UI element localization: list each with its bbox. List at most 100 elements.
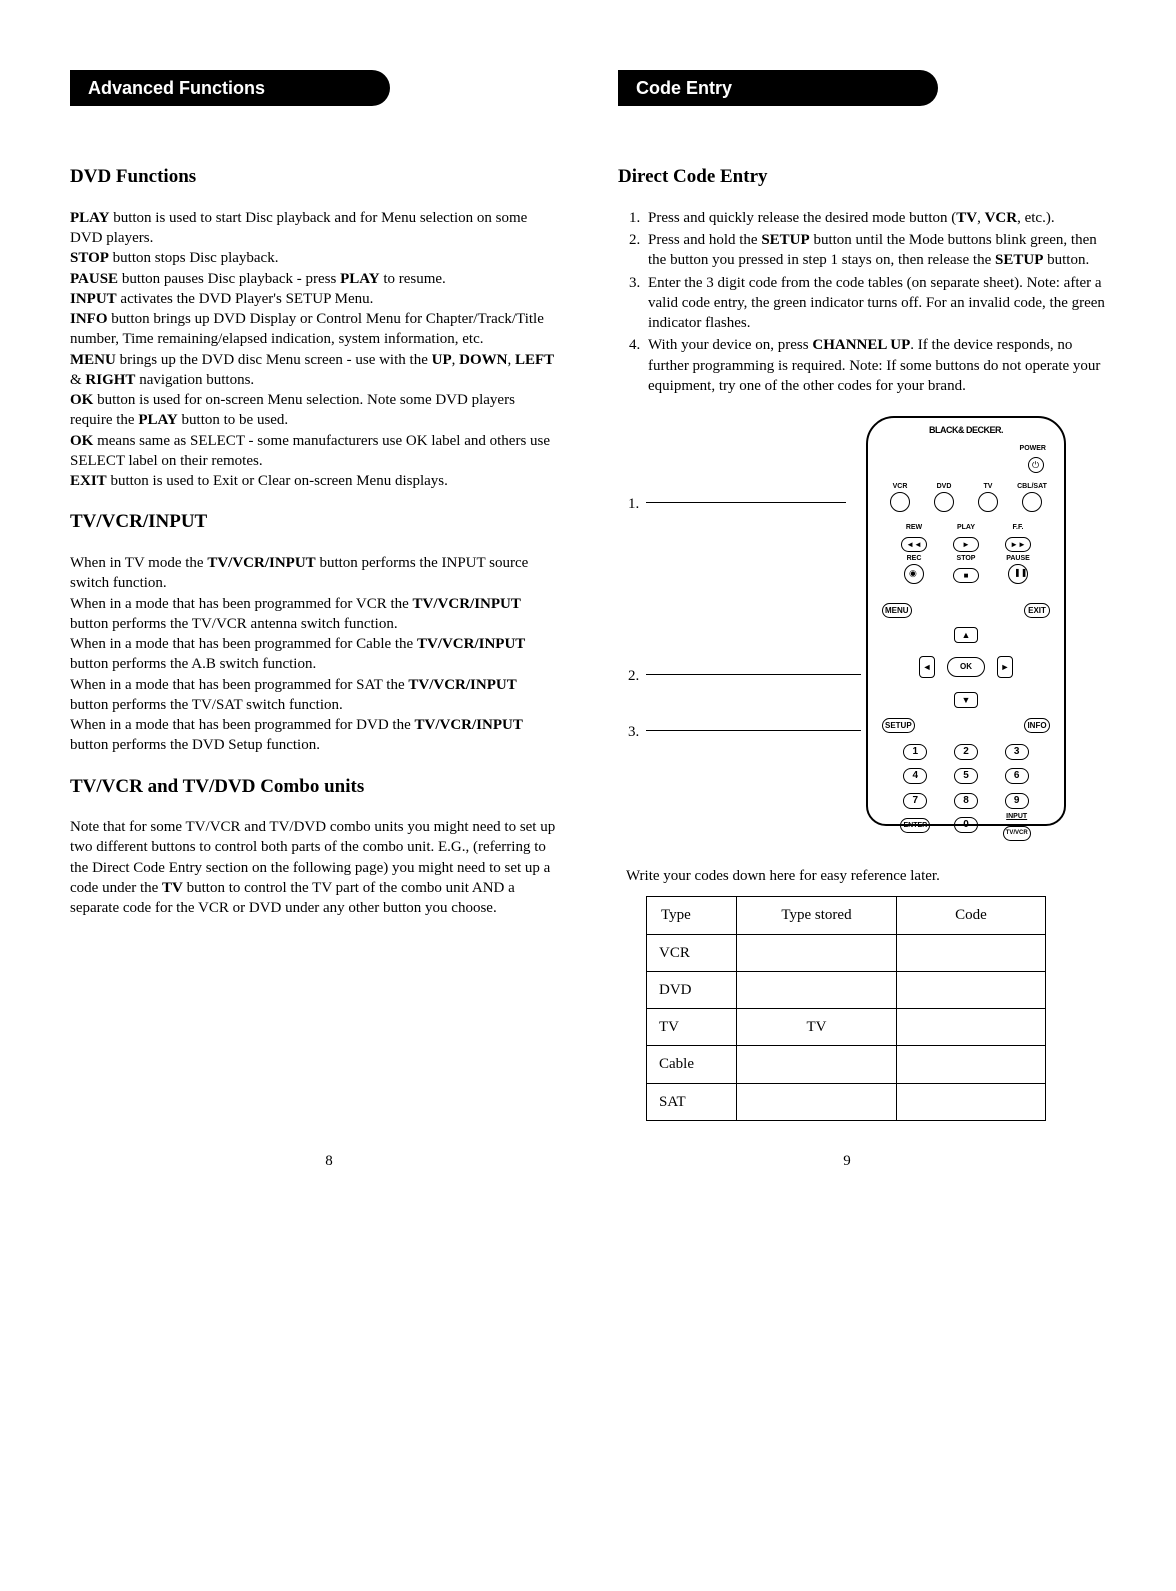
callout-3: 3. <box>628 722 639 742</box>
page-numbers: 8 9 <box>70 1151 1106 1171</box>
table-caption: Write your codes down here for easy refe… <box>626 866 1106 886</box>
cell-code <box>897 934 1046 971</box>
info-button: INFO <box>1024 718 1050 733</box>
bold: OK <box>70 433 93 449</box>
right-column: Code Entry Direct Code Entry Press and q… <box>618 70 1106 1121</box>
tvvcr-button: TV/VCR <box>1003 826 1031 841</box>
text: button. <box>1043 252 1089 268</box>
tab-code-entry: Code Entry <box>618 70 938 106</box>
text: button stops Disc playback. <box>109 250 279 266</box>
cell-type: TV <box>647 1009 737 1046</box>
rec-button-icon: ◉ <box>904 564 924 584</box>
play-label: PLAY <box>940 524 992 531</box>
bold: SETUP <box>761 232 809 248</box>
pause-button-icon: ❚❚ <box>1008 564 1028 584</box>
text: button is used to start Disc playback an… <box>70 210 527 246</box>
enter-button: ENTER <box>900 818 930 833</box>
bold: TV/VCR/INPUT <box>417 636 525 652</box>
bold: TV <box>162 880 183 896</box>
pause-label: PAUSE <box>992 555 1044 562</box>
text: button performs the TV/VCR antenna switc… <box>70 616 398 632</box>
heading-direct-code-entry: Direct Code Entry <box>618 164 1106 190</box>
down-arrow-icon: ▼ <box>954 692 978 708</box>
input-label: INPUT <box>991 813 1042 820</box>
power-button-icon: ⏻ <box>1028 457 1044 473</box>
text: brings up the DVD disc Menu screen - use… <box>116 352 432 368</box>
bold: UP <box>432 352 452 368</box>
left-column: Advanced Functions DVD Functions PLAY bu… <box>70 70 558 1121</box>
cell-code <box>897 1046 1046 1083</box>
bold: PAUSE <box>70 271 118 287</box>
table-row: DVD <box>647 971 1046 1008</box>
steps-list: Press and quickly release the desired mo… <box>618 208 1106 396</box>
callout-line-3 <box>646 730 861 731</box>
stop-button-icon: ■ <box>953 568 979 583</box>
remote-brand: BLACK& DECKER. <box>868 424 1064 436</box>
text: , <box>977 210 985 226</box>
exit-button: EXIT <box>1024 603 1050 618</box>
cell-stored <box>737 1046 897 1083</box>
bold: INFO <box>70 311 108 327</box>
page-num-left: 8 <box>70 1151 588 1171</box>
setup-button: SETUP <box>882 718 915 733</box>
bold: TV/VCR/INPUT <box>413 596 521 612</box>
up-arrow-icon: ▲ <box>954 627 978 643</box>
num-4-button: 4 <box>903 768 927 784</box>
play-button-icon: ► <box>953 537 979 552</box>
page-num-right: 9 <box>588 1151 1106 1171</box>
bold: CHANNEL UP <box>812 337 910 353</box>
text: button performs the A.B switch function. <box>70 656 316 672</box>
table-header-row: Type Type stored Code <box>647 897 1046 934</box>
bold: STOP <box>70 250 109 266</box>
th-type: Type <box>647 897 737 934</box>
power-label: POWER <box>1020 445 1046 452</box>
bold: TV/VCR/INPUT <box>414 717 522 733</box>
dpad: ▲ ▼ ◄ ► OK <box>911 625 1021 710</box>
cell-type: Cable <box>647 1046 737 1083</box>
text: When in a mode that has been programmed … <box>70 677 408 693</box>
mode-label-tv: TV <box>966 483 1010 490</box>
text: Press and hold the <box>648 232 761 248</box>
cell-type: VCR <box>647 934 737 971</box>
heading-tv-vcr-input: TV/VCR/INPUT <box>70 509 558 535</box>
dvd-functions-text: PLAY button is used to start Disc playba… <box>70 208 558 492</box>
cell-code <box>897 971 1046 1008</box>
callout-2: 2. <box>628 666 639 686</box>
bold: RIGHT <box>85 372 135 388</box>
text: to resume. <box>380 271 446 287</box>
step-2: Press and hold the SETUP button until th… <box>644 230 1106 271</box>
tvvcr-text: When in TV mode the TV/VCR/INPUT button … <box>70 553 558 756</box>
text: , <box>507 352 515 368</box>
bold: INPUT <box>70 291 117 307</box>
cell-code <box>897 1083 1046 1120</box>
num-0-button: 0 <box>954 817 978 833</box>
stop-label: STOP <box>940 555 992 562</box>
th-type-stored: Type stored <box>737 897 897 934</box>
left-arrow-icon: ◄ <box>919 656 935 678</box>
text: button is used for on-screen Menu select… <box>70 392 515 428</box>
mode-button-cblsat <box>1022 492 1042 512</box>
num-2-button: 2 <box>954 744 978 760</box>
bold: TV/VCR/INPUT <box>207 555 315 571</box>
rew-label: REW <box>888 524 940 531</box>
menu-button: MENU <box>882 603 912 618</box>
text: button to be used. <box>178 412 288 428</box>
num-5-button: 5 <box>954 768 978 784</box>
codes-table: Type Type stored Code VCR DVD TV TV Cabl… <box>646 896 1046 1121</box>
num-3-button: 3 <box>1005 744 1029 760</box>
text: With your device on, press <box>648 337 812 353</box>
ff-button-icon: ►► <box>1005 537 1031 552</box>
th-code: Code <box>897 897 1046 934</box>
callout-line-2 <box>646 674 861 675</box>
num-9-button: 9 <box>1005 793 1029 809</box>
mode-button-vcr <box>890 492 910 512</box>
bold: PLAY <box>340 271 379 287</box>
text: When in a mode that has been programmed … <box>70 596 413 612</box>
mode-label-vcr: VCR <box>878 483 922 490</box>
text: button performs the TV/SAT switch functi… <box>70 697 343 713</box>
cell-type: DVD <box>647 971 737 1008</box>
ff-label: F.F. <box>992 524 1044 531</box>
num-8-button: 8 <box>954 793 978 809</box>
combo-paragraph: Note that for some TV/VCR and TV/DVD com… <box>70 817 558 918</box>
step-1: Press and quickly release the desired mo… <box>644 208 1106 228</box>
